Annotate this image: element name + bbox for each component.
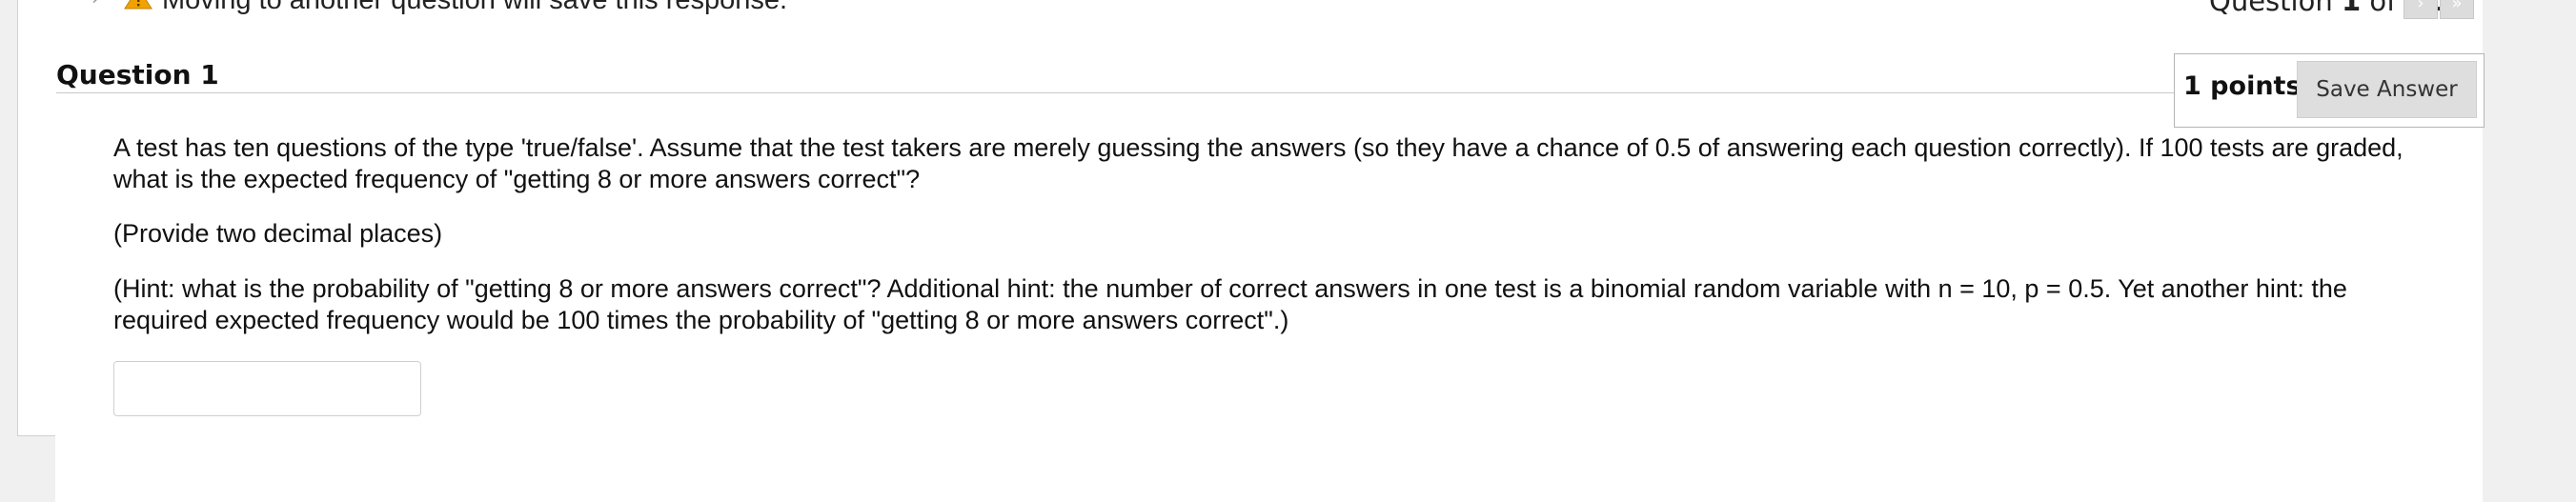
double-chevron-right-icon: » — [2451, 0, 2463, 13]
answer-input[interactable] — [113, 361, 421, 416]
next-question-button[interactable]: › — [2404, 0, 2438, 19]
last-question-button[interactable]: » — [2440, 0, 2474, 19]
question-divider — [56, 92, 2174, 93]
content-panel — [55, 0, 2483, 502]
points-box: 1 points Save Answer — [2174, 53, 2485, 128]
hint-text: (Hint: what is the probability of "getti… — [113, 274, 2347, 334]
question-counter-prefix: Question — [2209, 0, 2342, 17]
points-label: 1 points — [2183, 71, 2302, 101]
chevron-right-icon: › — [2417, 0, 2424, 13]
collapse-chevron-icon[interactable]: › — [91, 0, 100, 10]
save-warning-text: Moving to another question will save thi… — [162, 0, 788, 15]
warning-icon — [124, 0, 152, 10]
save-answer-button[interactable]: Save Answer — [2297, 61, 2477, 118]
question-title: Question 1 — [56, 59, 219, 90]
question-of: of — [2361, 0, 2405, 17]
decimal-instruction: (Provide two decimal places) — [113, 219, 443, 248]
question-text: A test has ten questions of the type 'tr… — [113, 133, 2404, 193]
question-current: 1 — [2341, 0, 2362, 17]
